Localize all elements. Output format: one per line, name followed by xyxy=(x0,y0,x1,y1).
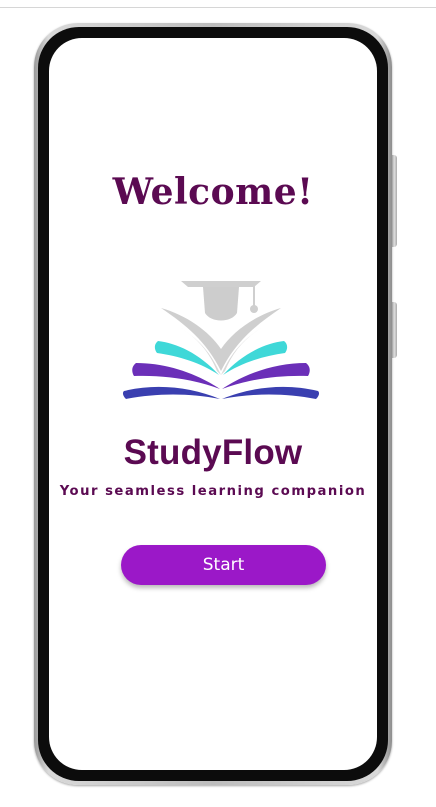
studyflow-logo-icon xyxy=(122,281,320,399)
phone-frame: Welcome! StudyFlow Your seamless learnin… xyxy=(34,23,392,785)
app-screen: Welcome! StudyFlow Your seamless learnin… xyxy=(49,38,377,770)
welcome-title: Welcome! xyxy=(112,171,314,213)
phone-power-button xyxy=(392,155,397,247)
top-divider xyxy=(0,7,436,8)
start-button[interactable]: Start xyxy=(121,545,326,585)
app-tagline: Your seamless learning companion xyxy=(59,484,367,499)
phone-volume-button xyxy=(392,302,397,358)
app-name: StudyFlow xyxy=(123,433,303,472)
phone-bezel: Welcome! StudyFlow Your seamless learnin… xyxy=(38,27,388,781)
